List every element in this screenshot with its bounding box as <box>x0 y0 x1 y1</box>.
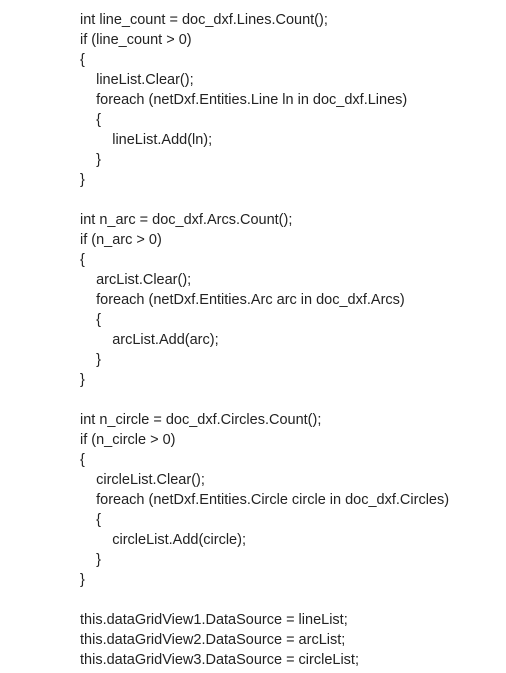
code-block: int line_count = doc_dxf.Lines.Count(); … <box>0 0 506 670</box>
